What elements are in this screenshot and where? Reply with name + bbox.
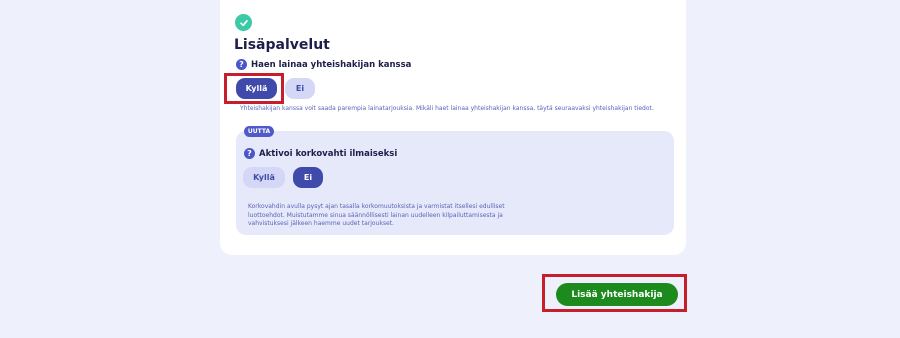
highlight-box-yes	[224, 73, 284, 104]
question-icon: ?	[244, 148, 255, 159]
coapplicant-helper-text: Yhteishakijan kanssa voit saada parempia…	[240, 105, 654, 112]
section-title: Lisäpalvelut	[234, 37, 330, 53]
rate-watch-no-button[interactable]: Ei	[293, 167, 323, 188]
rate-watch-question-label: Aktivoi korkovahti ilmaiseksi	[259, 149, 398, 159]
checkmark-icon	[235, 14, 252, 31]
new-badge: UUTTA	[244, 126, 274, 137]
highlight-box-cta	[542, 274, 687, 312]
coapplicant-question-label: Haen lainaa yhteishakijan kanssa	[251, 60, 412, 70]
question-icon: ?	[236, 59, 247, 70]
rate-watch-yes-button[interactable]: Kyllä	[243, 167, 285, 188]
rate-watch-description: Korkovahdin avulla pysyt ajan tasalla ko…	[248, 203, 505, 227]
coapplicant-no-button[interactable]: Ei	[285, 78, 315, 99]
